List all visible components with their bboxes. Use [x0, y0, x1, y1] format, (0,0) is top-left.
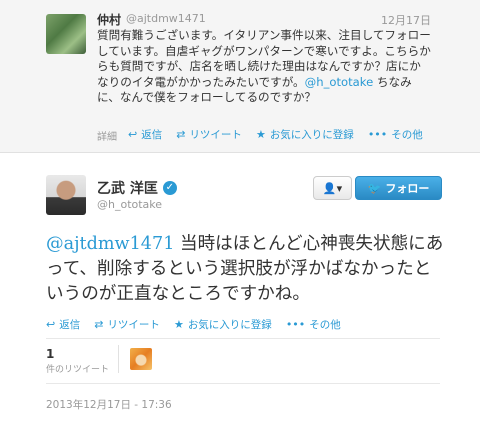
- tweet-more-label: その他: [309, 319, 341, 331]
- reply-date[interactable]: 12月17日: [381, 12, 431, 28]
- retweet-icon: ⇄: [94, 318, 104, 331]
- author-name[interactable]: 乙武 洋匡: [97, 178, 158, 198]
- reply-avatar[interactable]: [46, 14, 86, 54]
- tweet-timestamp[interactable]: 2013年12月17日 - 17:36: [46, 397, 172, 412]
- reply-reply-label: 返信: [141, 129, 163, 141]
- star-icon: ★: [255, 128, 266, 141]
- reply-retweet-label: リツイート: [189, 129, 242, 141]
- reply-favorite-label: お気に入りに登録: [269, 129, 354, 141]
- tweet-retweet-button[interactable]: ⇄ リツイート: [94, 317, 160, 332]
- more-dots-icon: •••: [367, 128, 388, 141]
- tweet-more-button[interactable]: ••• その他: [286, 317, 341, 332]
- reply-actions: ↩ 返信 ⇄ リツイート ★ お気に入りに登録 ••• その他: [128, 127, 437, 142]
- reply-icon: ↩: [128, 128, 138, 141]
- tweet-favorite-label: お気に入りに登録: [187, 319, 272, 331]
- tweet-reply-label: 返信: [59, 319, 81, 331]
- tweet-retweet-label: リツイート: [107, 319, 160, 331]
- follow-label: フォロー: [385, 182, 430, 195]
- reply-reply-button[interactable]: ↩ 返信: [128, 127, 162, 142]
- tweet-favorite-button[interactable]: ★ お気に入りに登録: [174, 317, 272, 332]
- reply-retweet-button[interactable]: ⇄ リツイート: [176, 127, 242, 142]
- stats-bottom-divider: [46, 383, 440, 384]
- tweet-actions: ↩ 返信 ⇄ リツイート ★ お気に入りに登録 ••• その他: [46, 317, 355, 332]
- reply-author-handle[interactable]: @ajtdmw1471: [126, 12, 206, 25]
- more-dots-icon: •••: [285, 318, 306, 331]
- stats-top-divider: [46, 338, 440, 339]
- reply-more-label: その他: [391, 129, 423, 141]
- retweet-count[interactable]: 1: [46, 347, 54, 361]
- retweet-count-label: 件のリツイート: [46, 365, 110, 375]
- stats-separator: [118, 345, 119, 373]
- star-icon: ★: [173, 318, 184, 331]
- author-name-row[interactable]: 乙武 洋匡 ✓: [97, 178, 177, 198]
- user-icon: 👤: [322, 181, 337, 195]
- retweeter-avatar[interactable]: [130, 348, 152, 370]
- caret-down-icon: ▾: [336, 181, 343, 195]
- reply-text: 質問有難うございます。イタリアン事件以来、注目してフォローしています。自虐ギャグ…: [97, 28, 432, 106]
- reply-tweet: 仲村 @ajtdmw1471 12月17日 質問有難うございます。イタリアン事件…: [0, 0, 480, 153]
- user-actions-button[interactable]: 👤 ▾: [313, 176, 352, 200]
- tweet-reply-button[interactable]: ↩ 返信: [46, 317, 80, 332]
- retweet-icon: ⇄: [176, 128, 186, 141]
- reply-icon: ↩: [46, 318, 56, 331]
- reply-detail-link[interactable]: 詳細: [97, 128, 117, 143]
- verified-badge-icon: ✓: [162, 181, 177, 195]
- twitter-bird-icon: 🐦: [367, 181, 382, 195]
- reply-more-button[interactable]: ••• その他: [368, 127, 423, 142]
- tweet-text: @ajtdmw1471 当時はほとんど心神喪失状態にあって、削除するという選択肢…: [46, 232, 446, 307]
- follow-button[interactable]: 🐦 フォロー: [355, 176, 442, 200]
- author-avatar[interactable]: [46, 175, 86, 215]
- tweet-mention-link[interactable]: @ajtdmw1471: [46, 234, 174, 254]
- reply-author-name[interactable]: 仲村: [97, 11, 121, 28]
- reply-favorite-button[interactable]: ★ お気に入りに登録: [256, 127, 354, 142]
- author-handle[interactable]: @h_ototake: [97, 198, 162, 211]
- reply-mention-link[interactable]: @h_ototake: [305, 75, 374, 89]
